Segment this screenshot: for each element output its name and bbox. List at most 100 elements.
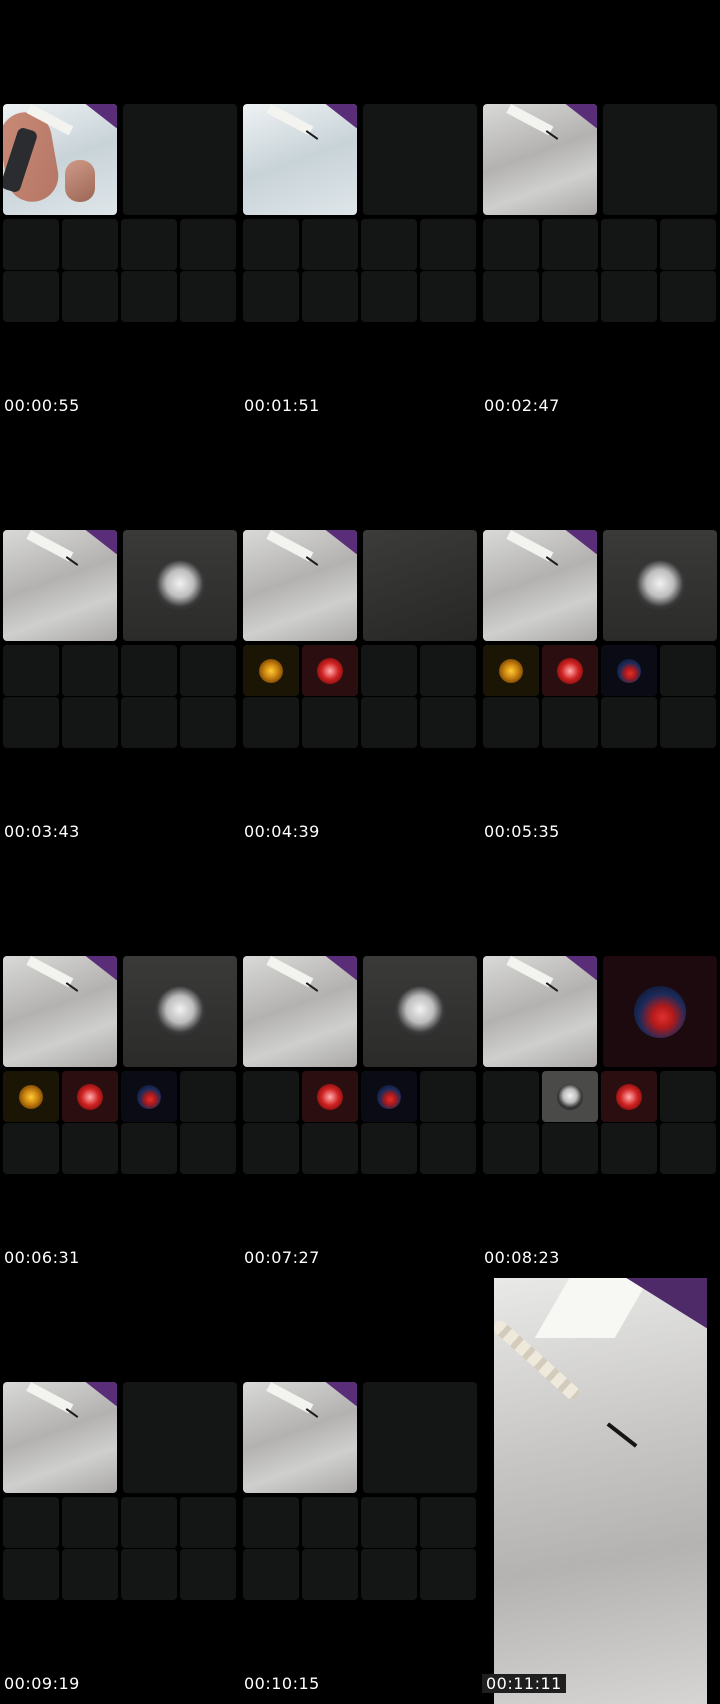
empty-tile[interactable] <box>542 271 598 322</box>
empty-tile[interactable] <box>123 104 237 215</box>
participant-tile[interactable] <box>62 1071 118 1122</box>
empty-tile[interactable] <box>660 645 716 696</box>
empty-tile[interactable] <box>243 219 299 270</box>
empty-tile[interactable] <box>3 1549 59 1600</box>
empty-tile[interactable] <box>483 219 539 270</box>
empty-tile[interactable] <box>420 1123 476 1174</box>
participant-tile[interactable] <box>361 1071 417 1122</box>
empty-tile[interactable] <box>121 645 177 696</box>
camera-feed-tile[interactable] <box>3 530 117 641</box>
empty-tile[interactable] <box>542 219 598 270</box>
empty-tile[interactable] <box>660 697 716 748</box>
empty-tile[interactable] <box>361 1549 417 1600</box>
empty-tile[interactable] <box>180 1071 236 1122</box>
empty-tile[interactable] <box>363 104 477 215</box>
empty-tile[interactable] <box>62 1549 118 1600</box>
participant-tile[interactable] <box>603 530 717 641</box>
participant-tile[interactable] <box>123 956 237 1067</box>
empty-tile[interactable] <box>601 219 657 270</box>
empty-tile[interactable] <box>483 1123 539 1174</box>
empty-tile[interactable] <box>121 219 177 270</box>
camera-feed-tile[interactable] <box>3 956 117 1067</box>
empty-tile[interactable] <box>361 1497 417 1548</box>
empty-tile[interactable] <box>180 645 236 696</box>
empty-tile[interactable] <box>483 271 539 322</box>
empty-tile[interactable] <box>180 271 236 322</box>
empty-tile[interactable] <box>3 219 59 270</box>
empty-tile[interactable] <box>601 697 657 748</box>
participant-tile[interactable] <box>121 1071 177 1122</box>
camera-feed-tile[interactable] <box>3 104 117 215</box>
participant-tile[interactable] <box>302 645 358 696</box>
empty-tile[interactable] <box>3 1497 59 1548</box>
participant-tile[interactable] <box>363 956 477 1067</box>
empty-tile[interactable] <box>302 1123 358 1174</box>
empty-tile[interactable] <box>601 1123 657 1174</box>
participant-tile[interactable] <box>542 645 598 696</box>
empty-tile[interactable] <box>420 1549 476 1600</box>
empty-tile[interactable] <box>121 1497 177 1548</box>
empty-tile[interactable] <box>243 1549 299 1600</box>
camera-feed-tile[interactable] <box>3 1382 117 1493</box>
empty-tile[interactable] <box>660 271 716 322</box>
empty-tile[interactable] <box>361 271 417 322</box>
empty-tile[interactable] <box>243 271 299 322</box>
empty-tile[interactable] <box>420 645 476 696</box>
empty-tile[interactable] <box>180 1123 236 1174</box>
empty-tile[interactable] <box>62 271 118 322</box>
empty-tile[interactable] <box>62 1123 118 1174</box>
empty-tile[interactable] <box>420 1497 476 1548</box>
empty-tile[interactable] <box>180 219 236 270</box>
empty-tile[interactable] <box>542 1123 598 1174</box>
empty-tile[interactable] <box>601 271 657 322</box>
empty-tile[interactable] <box>243 1071 299 1122</box>
empty-tile[interactable] <box>302 1549 358 1600</box>
participant-tile[interactable] <box>542 1071 598 1122</box>
empty-tile[interactable] <box>483 697 539 748</box>
participant-tile[interactable] <box>243 645 299 696</box>
camera-feed-tile[interactable] <box>243 1382 357 1493</box>
empty-tile[interactable] <box>3 271 59 322</box>
participant-tile[interactable] <box>302 1071 358 1122</box>
participant-tile[interactable] <box>483 645 539 696</box>
empty-tile[interactable] <box>180 1549 236 1600</box>
empty-tile[interactable] <box>361 1123 417 1174</box>
empty-tile[interactable] <box>243 1497 299 1548</box>
empty-tile[interactable] <box>483 1071 539 1122</box>
empty-tile[interactable] <box>3 697 59 748</box>
empty-tile[interactable] <box>420 219 476 270</box>
empty-tile[interactable] <box>3 1123 59 1174</box>
empty-tile[interactable] <box>62 697 118 748</box>
empty-tile[interactable] <box>660 219 716 270</box>
empty-tile[interactable] <box>123 1382 237 1493</box>
empty-tile[interactable] <box>302 1497 358 1548</box>
empty-tile[interactable] <box>3 645 59 696</box>
empty-tile[interactable] <box>361 697 417 748</box>
empty-tile[interactable] <box>121 697 177 748</box>
empty-tile[interactable] <box>542 697 598 748</box>
empty-tile[interactable] <box>62 1497 118 1548</box>
empty-tile[interactable] <box>62 645 118 696</box>
participant-tile[interactable] <box>123 530 237 641</box>
empty-tile[interactable] <box>363 1382 477 1493</box>
empty-tile[interactable] <box>603 104 717 215</box>
participant-tile[interactable] <box>601 1071 657 1122</box>
participant-tile[interactable] <box>3 1071 59 1122</box>
camera-feed-tile[interactable] <box>243 530 357 641</box>
empty-tile[interactable] <box>243 697 299 748</box>
empty-tile[interactable] <box>180 697 236 748</box>
empty-tile[interactable] <box>121 1549 177 1600</box>
empty-tile[interactable] <box>121 1123 177 1174</box>
camera-feed-tile[interactable] <box>243 956 357 1067</box>
empty-tile[interactable] <box>302 219 358 270</box>
empty-tile[interactable] <box>62 219 118 270</box>
participant-tile[interactable] <box>363 530 477 641</box>
camera-feed-tile[interactable] <box>483 104 597 215</box>
empty-tile[interactable] <box>121 271 177 322</box>
participant-tile[interactable] <box>603 956 717 1067</box>
empty-tile[interactable] <box>660 1123 716 1174</box>
empty-tile[interactable] <box>660 1071 716 1122</box>
empty-tile[interactable] <box>361 219 417 270</box>
empty-tile[interactable] <box>243 1123 299 1174</box>
empty-tile[interactable] <box>420 271 476 322</box>
